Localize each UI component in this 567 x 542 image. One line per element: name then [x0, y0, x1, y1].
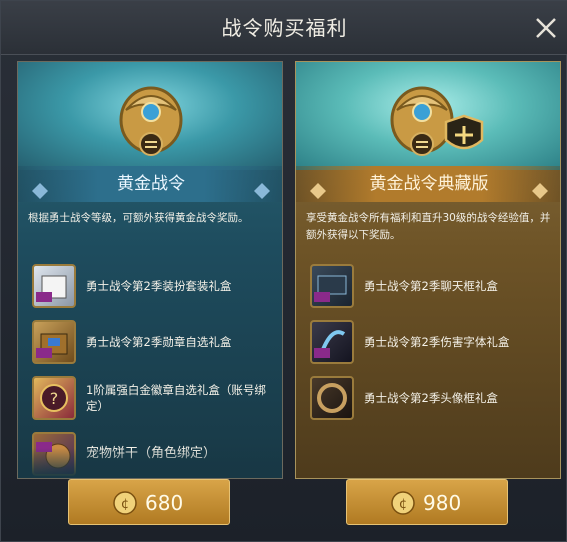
- scroll-fade: [18, 448, 282, 478]
- pass-emblem-area: [18, 62, 282, 170]
- reward-label: 勇士战令第2季聊天框礼盒: [364, 279, 498, 293]
- reward-label: 勇士战令第2季头像框礼盒: [364, 391, 498, 405]
- gold-pass-deluxe-panel: 黄金战令典藏版 享受黄金战令所有福利和直升30级的战令经验值，并额外获得以下奖励…: [295, 61, 561, 479]
- avatar-frame-icon: [310, 376, 354, 420]
- reward-label: 勇士战令第2季装扮套装礼盒: [86, 279, 232, 293]
- currency-coin-icon: ¢: [113, 491, 137, 515]
- chat-frame-icon: [310, 264, 354, 308]
- reward-item[interactable]: 勇士战令第2季头像框礼盒: [310, 376, 550, 422]
- panel-banner: 黄金战令: [18, 166, 282, 202]
- gold-emblem-shield-icon: [390, 86, 484, 156]
- pass-emblem-area: [296, 62, 560, 170]
- reward-item[interactable]: 勇士战令第2季伤害字体礼盒: [310, 320, 550, 366]
- gold-emblem-icon: [119, 86, 183, 156]
- damage-font-icon: [310, 320, 354, 364]
- reward-item[interactable]: 勇士战令第2季装扮套装礼盒: [32, 264, 272, 310]
- close-icon[interactable]: [531, 13, 561, 43]
- panel-description: 享受黄金战令所有福利和直升30级的战令经验值，并额外获得以下奖励。: [306, 212, 551, 241]
- dialog-title: 战令购买福利: [221, 16, 348, 40]
- gold-pass-panel: 黄金战令 根据勇士战令等级，可额外获得黄金战令奖励。 勇士战令第2季装扮套装礼盒…: [17, 61, 283, 479]
- treasure-chest-icon: [32, 320, 76, 364]
- reward-label: 1阶属强白金徽章自选礼盒（账号绑定）: [86, 383, 266, 413]
- price-label: 680: [145, 491, 184, 515]
- title-bar: 战令购买福利: [1, 1, 567, 55]
- reward-label: 勇士战令第2季勋章自选礼盒: [86, 335, 232, 349]
- panel-title: 黄金战令: [117, 174, 185, 194]
- currency-coin-icon: ¢: [391, 491, 415, 515]
- panel-description: 根据勇士战令等级，可额外获得黄金战令奖励。: [28, 212, 249, 224]
- panel-banner: 黄金战令典藏版: [296, 166, 560, 202]
- reward-label: 勇士战令第2季伤害字体礼盒: [364, 335, 510, 349]
- svg-text:?: ?: [50, 389, 59, 408]
- ornament-icon: [310, 176, 326, 199]
- reward-item[interactable]: 勇士战令第2季聊天框礼盒: [310, 264, 550, 310]
- gift-box-icon: [32, 264, 76, 308]
- ornament-icon: [532, 176, 548, 199]
- reward-item[interactable]: 勇士战令第2季勋章自选礼盒: [32, 320, 272, 366]
- purchase-benefits-dialog: 战令购买福利 黄金战令 根据勇士战令等级，可额外获得黄金战令奖励。 勇士战令第2…: [0, 0, 567, 542]
- buy-gold-pass-deluxe-button[interactable]: ¢ 980: [346, 479, 508, 525]
- svg-text:¢: ¢: [399, 497, 407, 512]
- panel-title: 黄金战令典藏版: [369, 174, 489, 194]
- price-label: 980: [423, 491, 462, 515]
- ornament-icon: [254, 176, 270, 199]
- svg-text:¢: ¢: [121, 497, 129, 512]
- reward-item[interactable]: ? 1阶属强白金徽章自选礼盒（账号绑定）: [32, 376, 272, 422]
- mystery-box-icon: ?: [32, 376, 76, 420]
- buy-gold-pass-button[interactable]: ¢ 680: [68, 479, 230, 525]
- ornament-icon: [32, 176, 48, 199]
